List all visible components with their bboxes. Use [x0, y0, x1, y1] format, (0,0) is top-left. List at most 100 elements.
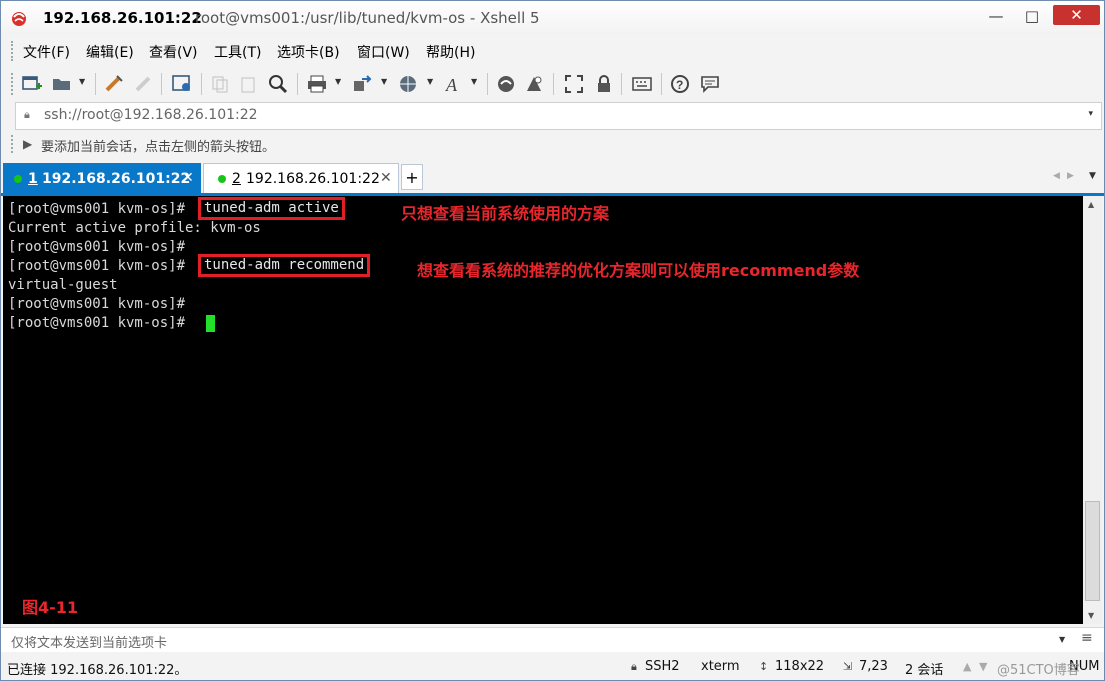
paste-icon[interactable] [237, 73, 259, 95]
disconnect-icon[interactable] [133, 73, 155, 95]
lock-icon: 🔒︎ [631, 660, 637, 673]
terminal-scrollbar[interactable]: ▲ ▼ [1083, 196, 1102, 624]
close-window-button[interactable]: ✕ [1053, 5, 1100, 25]
terminal-prompt: [root@vms001 kvm-os]# [8, 296, 186, 312]
terminal-cursor [206, 315, 215, 332]
title-bar: 192.168.26.101:22 root@vms001:/usr/lib/t… [1, 1, 1104, 35]
open-dropdown-icon[interactable]: ▼ [79, 77, 85, 86]
globe-icon[interactable] [397, 73, 419, 95]
window-title-path: root@vms001:/usr/lib/tuned/kvm-os - Xshe… [195, 9, 540, 27]
menu-file[interactable]: 文件(F) [23, 42, 70, 62]
tab-label: 192.168.26.101:22 [246, 171, 380, 187]
hint-text: 要添加当前会话，点击左侧的箭头按钮。 [41, 140, 276, 155]
reconnect-icon[interactable] [103, 73, 125, 95]
tab-bar: 1 192.168.26.101:22 ✕ 2 192.168.26.101:2… [1, 161, 1104, 195]
svg-text:?: ? [676, 78, 683, 92]
scroll-up-icon[interactable]: ▲ [1088, 200, 1094, 209]
tab-session-1[interactable]: 1 192.168.26.101:22 ✕ [3, 163, 201, 194]
status-protocol: SSH2 [645, 659, 680, 674]
tab-scroll-right-icon[interactable]: ▶ [1067, 171, 1074, 181]
status-connection: 已连接 192.168.26.101:22。 [7, 663, 188, 678]
transfer-dropdown-icon[interactable]: ▼ [381, 77, 387, 86]
compose-target-label[interactable]: 仅将文本发送到当前选项卡 [11, 632, 167, 651]
compose-dropdown-icon[interactable]: ▼ [1059, 635, 1065, 644]
menu-edit[interactable]: 编辑(E) [86, 42, 134, 62]
menu-help[interactable]: 帮助(H) [426, 42, 475, 62]
tab-close-icon[interactable]: ✕ [380, 170, 392, 186]
find-icon[interactable] [267, 73, 289, 95]
annotation-active: 只想查看当前系统使用的方案 [401, 204, 610, 223]
tab-session-2[interactable]: 2 192.168.26.101:22 ✕ [203, 163, 399, 194]
tab-list-dropdown-icon[interactable]: ▼ [1089, 171, 1096, 181]
terminal-output: Current active profile: kvm-os [8, 220, 261, 236]
arrow-pointer-icon[interactable]: ▶ [23, 137, 32, 151]
resize-icon: ↕ [759, 660, 769, 673]
figure-label: 图4-11 [22, 598, 79, 617]
font-dropdown-icon[interactable]: ▼ [471, 77, 477, 86]
lock-icon: 🔒︎ [24, 108, 30, 121]
terminal-prompt: [root@vms001 kvm-os]# [8, 201, 186, 217]
address-input[interactable]: ssh://root@192.168.26.101:22 [44, 107, 258, 123]
connected-dot-icon [14, 175, 22, 183]
print-icon[interactable] [306, 73, 328, 95]
session-hint-bar: ▶ 要添加当前会话，点击左侧的箭头按钮。 [1, 132, 1104, 158]
xshell-window: 192.168.26.101:22 root@vms001:/usr/lib/t… [0, 0, 1105, 681]
fullscreen-icon[interactable] [563, 73, 585, 95]
tab-close-icon[interactable]: ✕ [182, 170, 194, 186]
status-cursor-position: 7,23 [859, 659, 888, 674]
terminal-prompt: [root@vms001 kvm-os]# [8, 258, 186, 274]
menubar-grip [11, 41, 16, 61]
add-tab-button[interactable]: + [401, 164, 423, 190]
properties-icon[interactable] [171, 73, 193, 95]
tab-number: 2 [232, 171, 241, 187]
watermark: @51CTO博客 [997, 663, 1080, 678]
address-bar[interactable]: 🔒︎ ssh://root@192.168.26.101:22 ▾ [15, 102, 1102, 130]
menu-tabs[interactable]: 选项卡(B) [277, 42, 340, 62]
session-next-icon[interactable]: ▼ [979, 660, 987, 673]
font-icon[interactable]: A [443, 73, 465, 95]
session-prev-icon[interactable]: ▲ [963, 660, 971, 673]
new-session-icon[interactable] [21, 73, 43, 95]
menu-window[interactable]: 窗口(W) [357, 42, 410, 62]
svg-text:A: A [445, 75, 458, 94]
toolbar-separator [161, 73, 162, 95]
terminal-prompt: [root@vms001 kvm-os]# [8, 239, 186, 255]
menu-tools[interactable]: 工具(T) [214, 42, 261, 62]
status-bar: 已连接 192.168.26.101:22。 🔒︎ SSH2 xterm ↕ 1… [1, 655, 1104, 680]
xftp-icon[interactable] [495, 73, 517, 95]
address-dropdown-icon[interactable]: ▾ [1088, 109, 1093, 119]
toolbar-separator [553, 73, 554, 95]
tab-scroll-left-icon[interactable]: ◀ [1053, 171, 1060, 181]
chat-icon[interactable] [699, 73, 721, 95]
annotation-recommend: 想查看看系统的推荐的优化方案则可以使用recommend参数 [417, 261, 860, 280]
menu-view[interactable]: 查看(V) [149, 42, 198, 62]
script-icon[interactable] [523, 73, 545, 95]
help-icon[interactable]: ? [669, 73, 691, 95]
compose-bar[interactable]: 仅将文本发送到当前选项卡 ▼ ≡ [1, 627, 1104, 652]
toolbar-separator [487, 73, 488, 95]
toolbar-separator [661, 73, 662, 95]
copy-icon[interactable] [209, 73, 231, 95]
xshell-logo-icon [12, 12, 26, 26]
highlighted-command: tuned-adm active [198, 197, 345, 220]
toolbar-grip [11, 73, 16, 95]
scrollbar-thumb[interactable] [1085, 501, 1100, 601]
highlighted-command: tuned-adm recommend [198, 254, 371, 277]
connected-dot-icon [218, 175, 226, 183]
transfer-icon[interactable] [351, 73, 373, 95]
terminal-screen[interactable]: [root@vms001 kvm-os]# tuned-adm active 只… [3, 196, 1083, 624]
compose-menu-icon[interactable]: ≡ [1081, 630, 1093, 646]
open-folder-icon[interactable] [51, 73, 73, 95]
scroll-down-icon[interactable]: ▼ [1088, 611, 1094, 620]
globe-dropdown-icon[interactable]: ▼ [427, 77, 433, 86]
minimize-button[interactable]: — [979, 1, 1013, 31]
keyboard-icon[interactable] [631, 73, 653, 95]
window-title-host: 192.168.26.101:22 [43, 9, 202, 27]
maximize-button[interactable]: □ [1015, 1, 1049, 31]
print-dropdown-icon[interactable]: ▼ [335, 77, 341, 86]
toolbar: ▼ ▼ ▼ ▼ A ▼ ? [1, 67, 1104, 101]
toolbar-separator [95, 73, 96, 95]
lock-icon[interactable] [593, 73, 615, 95]
terminal-prompt: [root@vms001 kvm-os]# [8, 315, 186, 331]
toolbar-separator [621, 73, 622, 95]
